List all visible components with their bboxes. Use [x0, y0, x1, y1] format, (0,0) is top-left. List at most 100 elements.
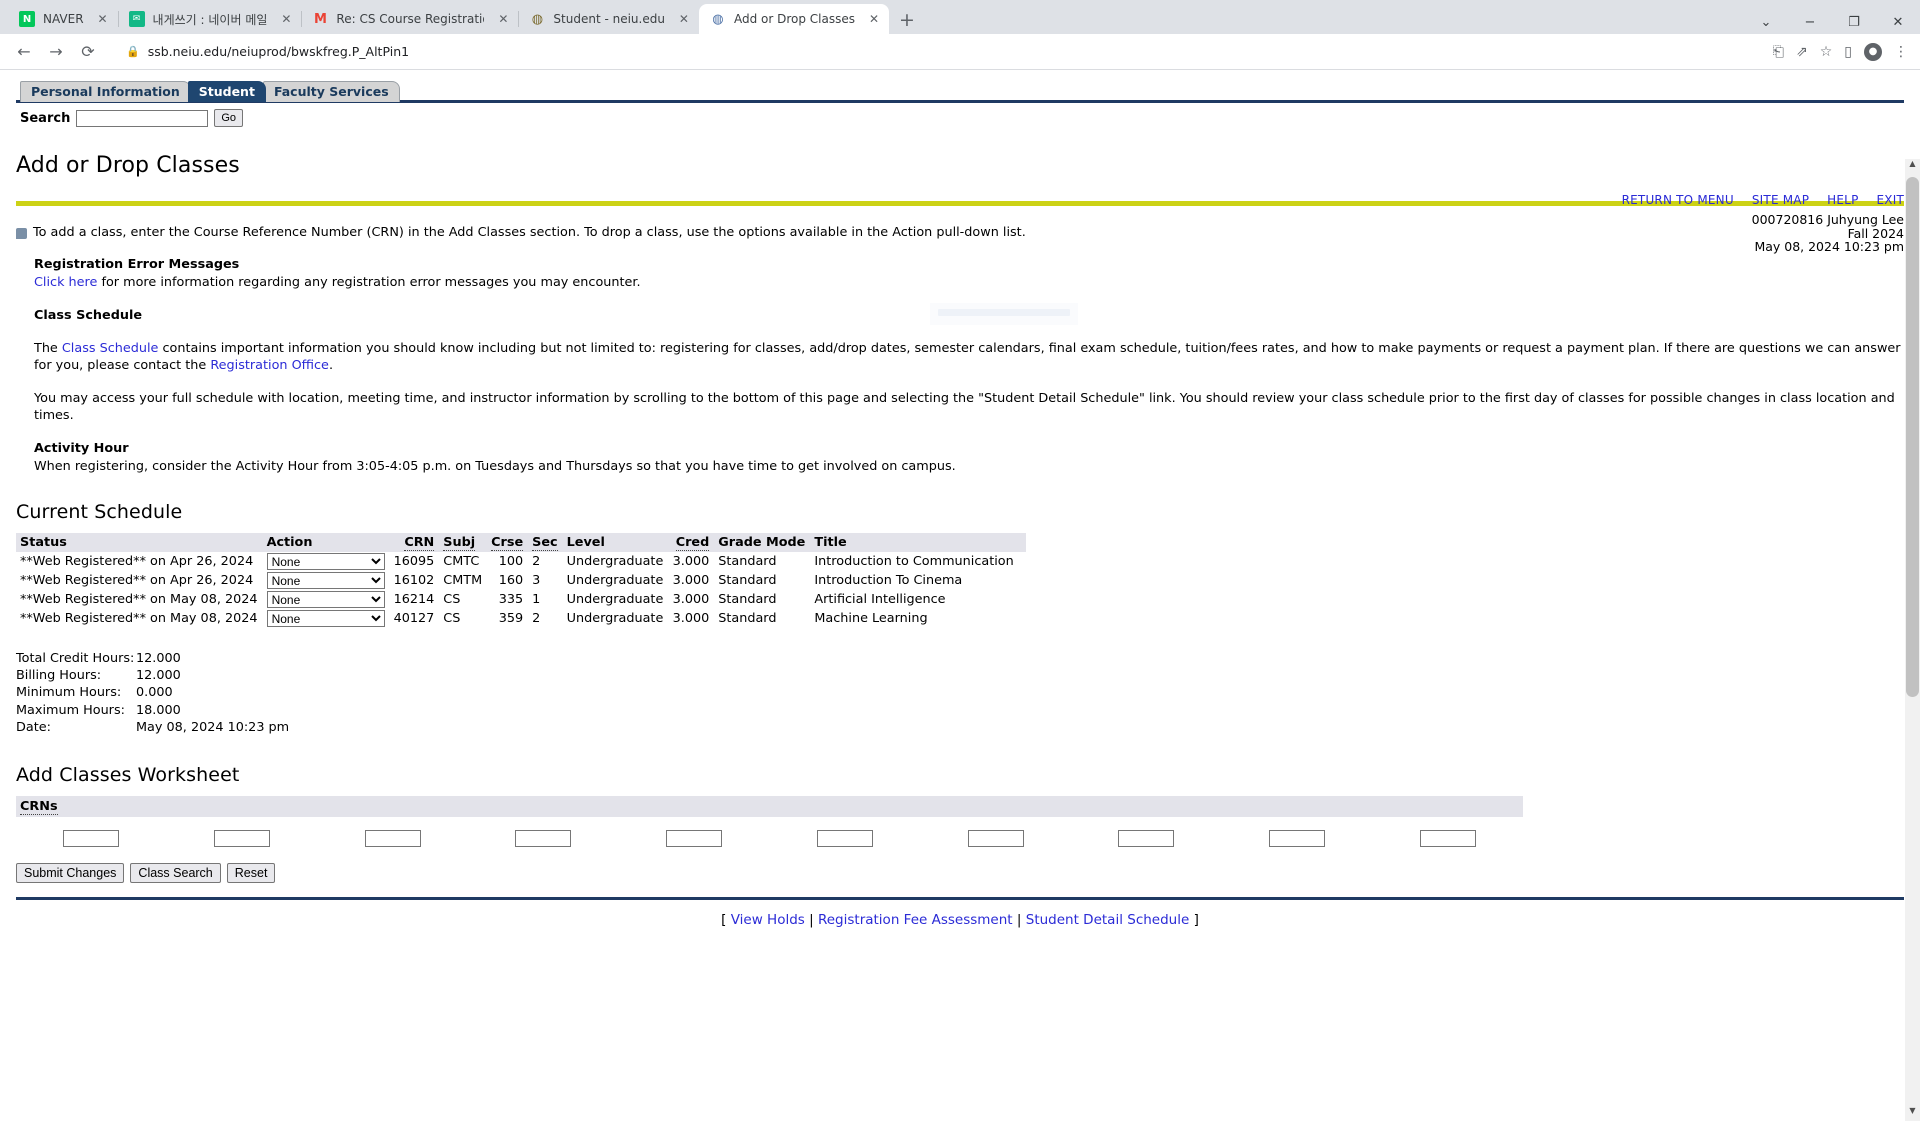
translate-icon[interactable]: ⎗: [1773, 44, 1784, 60]
summary-label: Date:: [16, 719, 51, 735]
cell-level: Undergraduate: [566, 573, 664, 588]
search-label: Search: [20, 110, 71, 126]
back-icon[interactable]: ←: [10, 38, 38, 66]
cell-title: Machine Learning: [814, 611, 928, 626]
current-schedule-heading: Current Schedule: [16, 501, 183, 523]
click-here-link[interactable]: Click here: [34, 275, 97, 290]
search-input[interactable]: [76, 109, 209, 127]
vertical-scrollbar[interactable]: ▲ ▼: [1905, 159, 1920, 1121]
class-schedule-paragraph-2: You may access your full schedule with l…: [34, 391, 1895, 423]
table-row: **Web Registered** on Apr 26, 2024 None …: [16, 571, 1026, 590]
crn-input-8[interactable]: [1118, 830, 1175, 848]
footer-rule: [16, 897, 1904, 901]
summary-row: Maximum Hours: 18.000: [16, 702, 1904, 719]
ghost-artifact: [930, 303, 1078, 325]
class-search-button[interactable]: Class Search: [130, 863, 221, 884]
crn-input-row: [16, 830, 1523, 848]
intro-note: To add a class, enter the Course Referen…: [16, 225, 1904, 240]
cell-level: Undergraduate: [566, 611, 664, 626]
action-select[interactable]: None: [266, 553, 385, 570]
go-button[interactable]: Go: [214, 109, 244, 127]
site-map-link[interactable]: SITE MAP: [1752, 193, 1809, 207]
banner-tab-faculty-services[interactable]: Faculty Services: [262, 81, 400, 102]
tab-title: 내게쓰기 : 네이버 메일: [152, 12, 268, 27]
crn-input-4[interactable]: [515, 830, 572, 848]
activity-hour-block: Activity Hour When registering, consider…: [16, 440, 1904, 475]
crn-input-7[interactable]: [967, 830, 1024, 848]
summary-value: 0.000: [136, 685, 173, 701]
crn-input-9[interactable]: [1268, 830, 1325, 848]
close-window-button[interactable]: ✕: [1876, 15, 1920, 30]
cell-cred: 3.000: [672, 592, 710, 607]
tab-close-icon[interactable]: ✕: [496, 12, 510, 26]
view-holds-link[interactable]: View Holds: [731, 912, 805, 928]
profile-icon[interactable]: ●: [1864, 42, 1882, 61]
table-header-row: Status Action CRN Subj Crse Sec Level Cr…: [16, 533, 1027, 552]
registration-fee-assessment-link[interactable]: Registration Fee Assessment: [818, 912, 1013, 928]
bookmark-star-icon[interactable]: ☆: [1820, 44, 1833, 60]
banner-tab-student[interactable]: Student: [187, 81, 266, 102]
forward-icon[interactable]: →: [42, 38, 70, 66]
tab-close-icon[interactable]: ✕: [279, 12, 293, 26]
browser-tab-naver[interactable]: N NAVER ✕: [8, 4, 119, 34]
cell-crse: 160: [498, 573, 524, 588]
menu-icon[interactable]: ⋮: [1894, 44, 1908, 60]
registration-error-heading: Registration Error Messages: [34, 257, 240, 272]
cell-title: Introduction to Communication: [814, 554, 1014, 569]
cell-sec: 1: [532, 592, 541, 607]
address-bar[interactable]: 🔒 ssb.neiu.edu/neiuprod/bwskfreg.P_AltPi…: [114, 39, 1761, 65]
schedule-text-a: The: [34, 341, 62, 356]
crn-input-2[interactable]: [214, 830, 271, 848]
browser-tab-add-or-drop-classes[interactable]: ◍ Add or Drop Classes ✕: [698, 4, 889, 34]
crn-input-1[interactable]: [63, 830, 120, 848]
crn-cell: [619, 830, 770, 848]
crn-input-10[interactable]: [1419, 830, 1476, 848]
help-link[interactable]: HELP: [1827, 193, 1858, 207]
crn-cell: [1372, 830, 1523, 848]
crn-input-6[interactable]: [816, 830, 873, 848]
registration-error-text: for more information regarding any regis…: [97, 275, 641, 290]
cell-action: None: [263, 609, 390, 628]
new-tab-button[interactable]: +: [889, 11, 925, 34]
scrollbar-thumb[interactable]: [1906, 177, 1919, 697]
minimize-button[interactable]: −: [1788, 15, 1832, 30]
summary-row: Minimum Hours: 0.000: [16, 684, 1904, 701]
reset-button[interactable]: Reset: [226, 863, 276, 884]
cell-sec: 3: [532, 573, 541, 588]
browser-tab-gmail[interactable]: M Re: CS Course Registration Requ ✕: [301, 4, 520, 34]
tab-title: NAVER: [43, 12, 84, 26]
tab-close-icon[interactable]: ✕: [96, 12, 110, 26]
action-select[interactable]: None: [266, 572, 385, 589]
sidepanel-icon[interactable]: ▯: [1844, 44, 1852, 60]
maximize-button[interactable]: ❐: [1832, 15, 1876, 30]
worksheet-buttons: Submit Changes Class Search Reset: [16, 863, 1904, 884]
return-to-menu-link[interactable]: RETURN TO MENU: [1622, 193, 1734, 207]
add-classes-worksheet-heading: Add Classes Worksheet: [16, 764, 240, 787]
cell-status: **Web Registered** on Apr 26, 2024: [20, 573, 254, 588]
browser-tab-naver-mail[interactable]: ✉ 내게쓰기 : 네이버 메일 ✕: [118, 4, 303, 34]
class-schedule-link[interactable]: Class Schedule: [62, 341, 159, 356]
student-detail-schedule-link[interactable]: Student Detail Schedule: [1026, 912, 1190, 928]
exit-link[interactable]: EXIT: [1877, 193, 1904, 207]
tab-close-icon[interactable]: ✕: [867, 12, 881, 26]
scroll-up-arrow[interactable]: ▲: [1905, 159, 1920, 174]
cell-cred: 3.000: [672, 611, 710, 626]
crn-input-3[interactable]: [364, 830, 421, 848]
cell-level: Undergraduate: [566, 554, 664, 569]
naver-mail-icon: ✉: [128, 11, 145, 27]
registration-error-block: Registration Error Messages Click here f…: [16, 256, 1904, 291]
tab-search-icon[interactable]: ⌄: [1744, 15, 1788, 30]
browser-tab-student[interactable]: ◍ Student - neiu.edu ✕: [518, 4, 700, 34]
crn-cell: [1222, 830, 1373, 848]
action-select[interactable]: None: [266, 591, 385, 608]
browser-chrome: N NAVER ✕ ✉ 내게쓰기 : 네이버 메일 ✕ M Re: CS Cou…: [0, 0, 1920, 70]
action-select[interactable]: None: [266, 610, 385, 627]
crn-input-5[interactable]: [666, 830, 723, 848]
registration-office-link[interactable]: Registration Office: [210, 358, 329, 373]
tab-close-icon[interactable]: ✕: [677, 12, 691, 26]
share-icon[interactable]: ⇗: [1796, 44, 1808, 60]
banner-tab-personal-information[interactable]: Personal Information: [20, 81, 191, 102]
scroll-down-arrow[interactable]: ▼: [1905, 1106, 1920, 1121]
submit-changes-button[interactable]: Submit Changes: [16, 863, 125, 884]
reload-icon[interactable]: ⟳: [74, 38, 102, 66]
